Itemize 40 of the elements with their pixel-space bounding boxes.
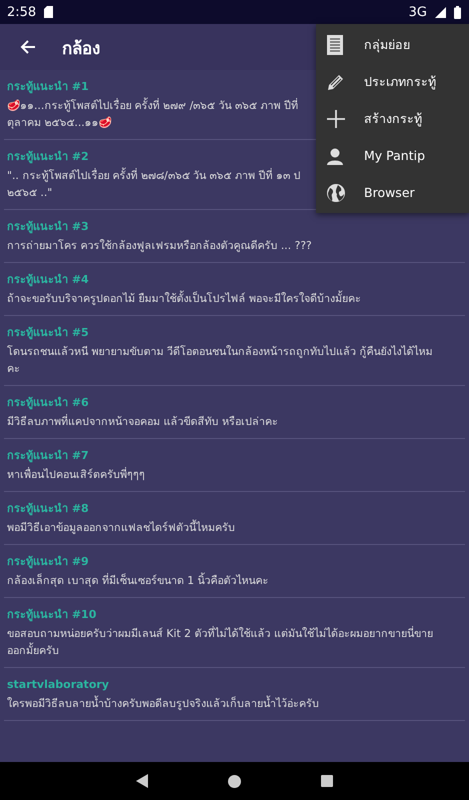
post-author: กระทู้แนะนำ #4 (7, 272, 89, 287)
plus-icon (326, 108, 346, 128)
menu-item[interactable]: My Pantip (316, 137, 469, 174)
post-title[interactable]: ".. กระทู้โพสต์ไปเรื่อย ครั้งที่ ๒๗๘/๓๖๕ วัน ๓๖๕ ภาพ ปีที่ ๑๓ ป ๒๕๖๕ .." (7, 167, 300, 201)
globe-icon (326, 182, 346, 202)
post-author: กระทู้แนะนำ #5 (7, 325, 89, 340)
post-author: กระทู้แนะนำ #3 (7, 219, 89, 234)
person-icon (326, 146, 344, 164)
post-author: startvlaboratory (7, 677, 109, 692)
back-icon[interactable] (136, 774, 148, 788)
menu-item[interactable]: Browser (316, 174, 469, 211)
post-title[interactable]: กล้องเล็กสุด เบาสุด ที่มีเซ็นเซอร์ขนาด 1 นิ้วคือตัวไหนคะ (7, 572, 269, 589)
post-author: กระทู้แนะนำ #7 (7, 448, 89, 463)
post-title[interactable]: พอมีวิธีเอาข้อมูลออกจากแฟลชไดร์ฟตัวนี้ไหมครับ (7, 519, 235, 536)
post-author: กระทู้แนะนำ #8 (7, 501, 89, 516)
menu-item[interactable]: กลุ่มย่อย (316, 26, 469, 63)
post-title[interactable]: โดนรถชนแล้วหนี พยายามขับตาม วีดีโอตอนชนในกล้องหน้ารถถูกทับไปแล้ว กู้คืนยังไงได้ไหม คะ (7, 343, 432, 377)
post-title[interactable]: การถ่ายมาโคร ควรใช้กล้องฟูลเฟรมหรือกล้องตัวคูณดีครับ ... ??? (7, 237, 312, 254)
signal-icon (435, 6, 446, 18)
home-icon[interactable] (228, 774, 241, 788)
post-author: กระทู้แนะนำ #6 (7, 395, 89, 410)
sd-card-icon (44, 6, 54, 18)
post-title[interactable]: มีวิธีลบภาพที่แคปจากหน้าจอคอม แล้วขีดสีทับ หรือเปล่าคะ (7, 413, 278, 430)
battery-icon (454, 6, 461, 18)
post-author: กระทู้แนะนำ #10 (7, 607, 96, 622)
document-icon (326, 34, 344, 56)
status-time: 2:58 (7, 4, 36, 20)
post-title[interactable]: หาเพื่อนไปคอนเสิร์ตครับพี่ๆๆๆ (7, 466, 145, 483)
screen-title: กล้อง (62, 38, 100, 60)
menu-item[interactable]: สร้างกระทู้ (316, 100, 469, 137)
menu-item[interactable]: ประเภทกระทู้ (316, 63, 469, 100)
post-author: กระทู้แนะนำ #9 (7, 554, 89, 569)
network-type: 3G (408, 4, 427, 20)
post-title[interactable]: 🥩๑๑...กระทู้โพสต์ไปเรื่อย ครั้งที่ ๒๗๙ /๓๖๕ วัน ๓๖๕ ภาพ ปีที่ ตุลาคม ๒๕๖๕...๑๑🥩 (7, 97, 298, 131)
post-title[interactable]: ใครพอมีวิธีลบลายน้ำบ้างครับพอดีลบรูปจริงแล้วเก็บลายน้ำไว้อ่ะครับ (7, 695, 319, 712)
back-arrow-icon[interactable] (20, 39, 36, 55)
post-title[interactable]: ขอสอบถามหน่อยครับว่าผมมีเลนส์ Kit 2 ตัวที่ไม่ได้ใช้แล้ว แต่มันใช้ไม่ได้อะผมอยากขายนี่ขาย ออกมั้ยครับ (7, 625, 433, 659)
post-author: กระทู้แนะนำ #2 (7, 149, 89, 164)
post-title[interactable]: ถ้าจะขอรับบริจาครูปดอกไม้ ยืมมาใช้ตั้งเป็นโปรไฟล์ พอจะมีใครใจดีบ้างมั้ยคะ (7, 290, 361, 307)
post-author: กระทู้แนะนำ #1 (7, 79, 89, 94)
